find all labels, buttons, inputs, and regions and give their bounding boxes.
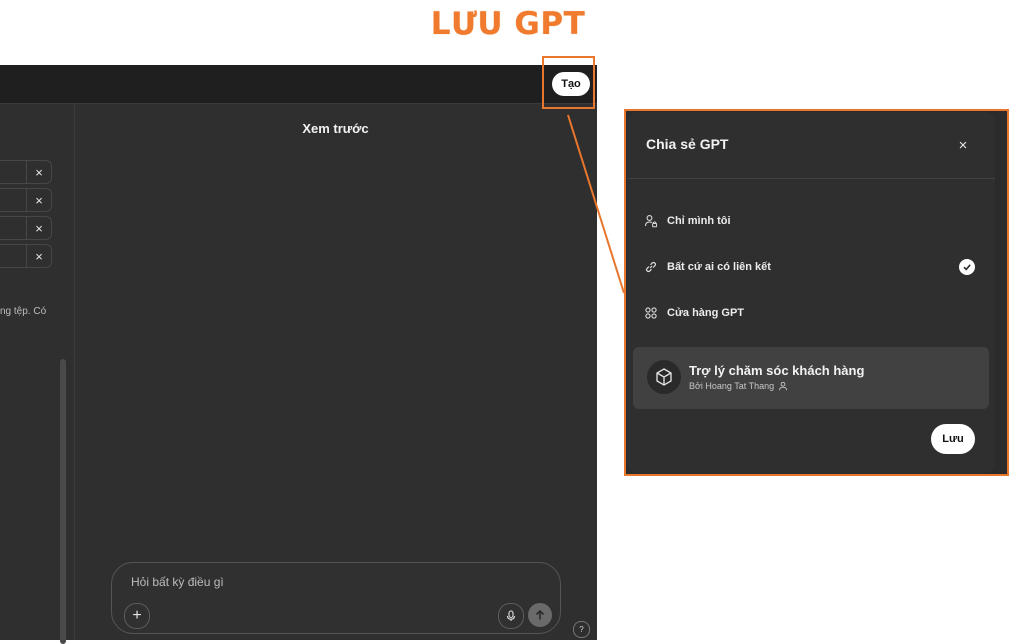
person-lock-icon: [641, 211, 661, 231]
send-button[interactable]: [528, 603, 552, 627]
share-option-only-me[interactable]: Chỉ mình tôi: [641, 208, 983, 234]
gpt-editor-window: Tạo × × × × ng tệp. Có Xem trước Hỏi bất…: [0, 65, 597, 644]
share-gpt-dialog: Chia sẻ GPT × Chỉ mình tôi Bất cứ ai có …: [627, 112, 995, 473]
remove-button[interactable]: ×: [26, 161, 51, 183]
page-heading: LƯU GPT: [430, 6, 586, 42]
dialog-title: Chia sẻ GPT: [646, 136, 729, 152]
share-option-anyone-with-link[interactable]: Bất cứ ai có liên kết: [641, 254, 983, 280]
list-item: ×: [0, 160, 52, 184]
link-icon: [641, 257, 661, 277]
close-button[interactable]: ×: [952, 134, 974, 156]
person-icon: [779, 381, 788, 391]
help-button[interactable]: ?: [573, 621, 590, 638]
preview-title: Xem trước: [302, 121, 369, 136]
save-button[interactable]: Lưu: [931, 424, 975, 454]
remove-button[interactable]: ×: [26, 245, 51, 267]
chat-composer[interactable]: Hỏi bất kỳ điều gì +: [111, 562, 561, 634]
option-label: Cửa hàng GPT: [667, 307, 745, 319]
grid-apps-icon: [641, 303, 661, 323]
author-label: Bởi Hoang Tat Thang: [689, 381, 775, 391]
option-label: Chỉ mình tôi: [667, 215, 731, 227]
scrollbar[interactable]: [60, 359, 66, 644]
gpt-author: Bởi Hoang Tat Thang: [689, 381, 788, 391]
configure-panel: × × × × ng tệp. Có: [0, 104, 75, 644]
microphone-icon: [506, 610, 516, 621]
list-item: ×: [0, 188, 52, 212]
share-option-gpt-store[interactable]: Cửa hàng GPT: [641, 300, 983, 326]
arrow-up-icon: [535, 609, 545, 620]
remove-button[interactable]: ×: [26, 217, 51, 239]
remove-button[interactable]: ×: [26, 189, 51, 211]
add-attachment-button[interactable]: +: [124, 603, 150, 629]
checkmark-icon: [959, 259, 975, 275]
divider: [627, 178, 995, 179]
microphone-button[interactable]: [498, 603, 524, 629]
gpt-name: Trợ lý chăm sóc khách hàng: [689, 363, 865, 378]
composer-placeholder[interactable]: Hỏi bất kỳ điều gì: [131, 575, 224, 589]
list-item: ×: [0, 216, 52, 240]
list-item: ×: [0, 244, 52, 268]
gpt-summary-card: Trợ lý chăm sóc khách hàng Bởi Hoang Tat…: [633, 347, 989, 409]
top-bar: Tạo: [0, 65, 597, 104]
create-button-highlight: [542, 56, 595, 109]
option-label: Bất cứ ai có liên kết: [667, 261, 771, 273]
cube-icon: [647, 360, 681, 394]
files-hint-text: ng tệp. Có: [0, 306, 47, 317]
